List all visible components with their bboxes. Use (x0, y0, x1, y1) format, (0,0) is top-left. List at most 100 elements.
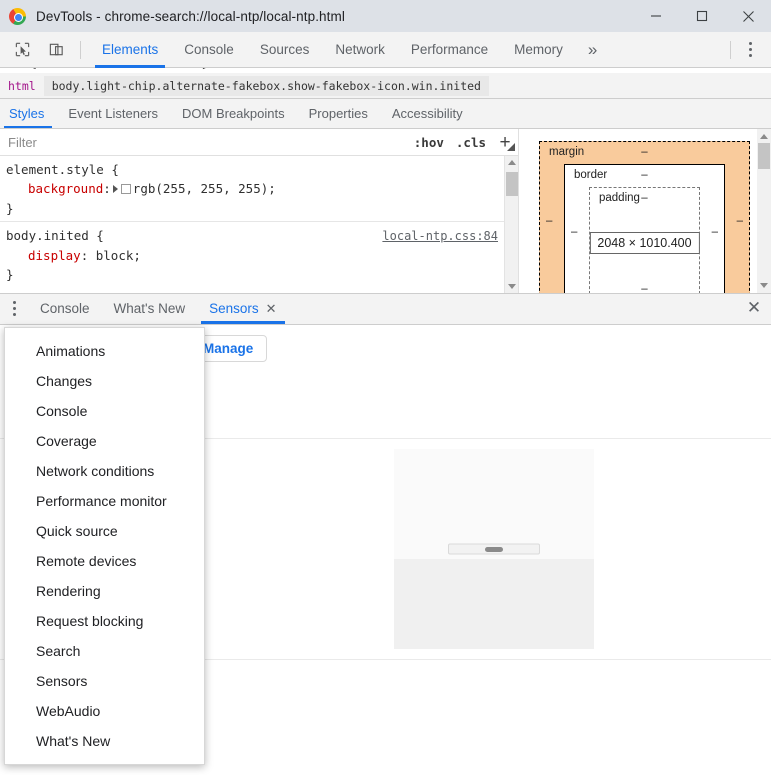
menu-item-coverage[interactable]: Coverage (5, 426, 204, 456)
menu-item-request-blocking[interactable]: Request blocking (5, 606, 204, 636)
panel-tab-elements[interactable]: Elements (89, 32, 171, 68)
inspect-cursor-icon[interactable] (8, 36, 36, 64)
toolbar-divider (730, 40, 731, 59)
css-value[interactable]: block; (96, 248, 141, 263)
tab-properties[interactable]: Properties (297, 98, 380, 128)
panel-tab-performance[interactable]: Performance (398, 32, 501, 68)
border-right-value[interactable]: – (712, 226, 718, 238)
css-selector[interactable]: element.style { (6, 160, 119, 179)
scrollbar-thumb[interactable] (506, 172, 518, 196)
border-top-value[interactable]: – (565, 169, 724, 181)
css-declaration[interactable]: display: block; (6, 246, 498, 265)
css-selector[interactable]: body.inited { (6, 226, 104, 245)
menu-item-search[interactable]: Search (5, 636, 204, 666)
tab-label: Styles (9, 105, 45, 121)
breadcrumb: html body.light-chip.alternate-fakebox.s… (0, 73, 771, 99)
tab-styles[interactable]: Styles (0, 98, 56, 128)
drawer-panel-menu: Animations Changes Console Coverage Netw… (4, 327, 205, 765)
box-model-scrollbar[interactable] (757, 129, 771, 293)
scroll-up-arrow-icon[interactable] (760, 134, 768, 139)
panel-tab-label: Elements (102, 42, 159, 57)
menu-item-console[interactable]: Console (5, 396, 204, 426)
toolbar-divider (80, 40, 81, 59)
box-model-column: margin – – – border – – – padding – – – … (518, 129, 771, 301)
breadcrumb-item-html[interactable]: html (0, 76, 44, 96)
drawer-tab-whats-new[interactable]: What's New (102, 292, 198, 324)
box-model-border[interactable]: border – – – padding – – – – 2048 × 1010… (564, 164, 725, 300)
panel-tab-label: Performance (410, 42, 489, 57)
close-button[interactable] (725, 0, 771, 32)
css-rules-area: element.style { background: rgb(255, 255,… (0, 156, 504, 293)
menu-item-performance-monitor[interactable]: Performance monitor (5, 486, 204, 516)
tab-dom-breakpoints[interactable]: DOM Breakpoints (170, 98, 297, 128)
css-rule-origin-link[interactable]: local-ntp.css:84 (382, 227, 498, 246)
css-rule[interactable]: body.inited { local-ntp.css:84 display: … (0, 221, 504, 287)
tab-accessibility[interactable]: Accessibility (380, 98, 475, 128)
css-declaration[interactable]: background: rgb(255, 255, 255); (6, 179, 498, 198)
panel-tab-sources[interactable]: Sources (247, 32, 323, 68)
panel-tab-console[interactable]: Console (171, 32, 247, 68)
menu-item-remote-devices[interactable]: Remote devices (5, 546, 204, 576)
device-phone-icon[interactable] (448, 543, 540, 555)
cls-toggle-button[interactable]: .cls (450, 135, 492, 150)
minimize-button[interactable] (633, 0, 679, 32)
scrollbar-thumb[interactable] (758, 143, 770, 169)
drawer-tab-bar: Console What's New Sensors ✕ ✕ (0, 293, 771, 325)
scroll-down-arrow-icon[interactable] (508, 284, 516, 289)
expand-triangle-icon[interactable] (112, 185, 118, 194)
box-model-padding[interactable]: padding – – – – 2048 × 1010.400 (589, 187, 700, 299)
menu-item-changes[interactable]: Changes (5, 366, 204, 396)
panel-tab-list: Elements Console Sources Network Perform… (89, 32, 609, 68)
drawer-tab-sensors[interactable]: Sensors ✕ (197, 292, 288, 324)
styles-filter-input[interactable] (0, 128, 408, 156)
menu-item-webaudio[interactable]: WebAudio (5, 696, 204, 726)
panel-tab-network[interactable]: Network (322, 32, 398, 68)
window-controls (633, 0, 771, 32)
scroll-down-arrow-icon[interactable] (760, 283, 768, 288)
scroll-up-arrow-icon[interactable] (508, 160, 516, 165)
css-property[interactable]: background (28, 181, 103, 196)
color-swatch-icon[interactable] (120, 184, 131, 195)
drawer-kebab-menu-icon[interactable] (0, 292, 28, 324)
drawer-tab-label: What's New (113, 300, 186, 316)
css-value[interactable]: rgb(255, 255, 255); (133, 181, 276, 196)
css-property[interactable]: display (28, 248, 81, 263)
styles-pane-body: :hov .cls + element.style { background:r… (0, 128, 771, 301)
maximize-button[interactable] (679, 0, 725, 32)
padding-top-value[interactable]: – (590, 192, 699, 204)
breadcrumb-item-body[interactable]: body.light-chip.alternate-fakebox.show-f… (43, 75, 489, 96)
close-icon[interactable]: ✕ (266, 302, 277, 315)
styles-scrollbar[interactable] (504, 156, 518, 293)
new-style-rule-button[interactable]: + (492, 129, 518, 156)
menu-item-sensors[interactable]: Sensors (5, 666, 204, 696)
margin-right-value[interactable]: – (737, 215, 743, 227)
menu-item-whats-new[interactable]: What's New (5, 726, 204, 756)
tab-label: DOM Breakpoints (182, 105, 285, 121)
menu-item-rendering[interactable]: Rendering (5, 576, 204, 606)
menu-item-network-conditions[interactable]: Network conditions (5, 456, 204, 486)
styles-filter-row: :hov .cls + (0, 128, 518, 156)
preview-floor (394, 559, 594, 649)
margin-left-value[interactable]: – (546, 215, 552, 227)
panel-tab-label: Console (184, 42, 234, 57)
margin-top-value[interactable]: – (540, 146, 749, 158)
drawer-close-button[interactable]: ✕ (737, 292, 771, 324)
device-toolbar-icon[interactable] (42, 36, 70, 64)
box-model-margin[interactable]: margin – – – border – – – padding – – – … (539, 141, 750, 301)
css-rule[interactable]: element.style { background: rgb(255, 255,… (0, 159, 504, 221)
drawer-tab-label: Console (40, 300, 90, 316)
hov-toggle-button[interactable]: :hov (408, 135, 450, 150)
menu-item-quick-source[interactable]: Quick source (5, 516, 204, 546)
kebab-menu-icon[interactable] (735, 35, 765, 65)
border-left-value[interactable]: – (571, 226, 577, 238)
menu-item-animations[interactable]: Animations (5, 336, 204, 366)
devtools-main-toolbar: Elements Console Sources Network Perform… (0, 32, 771, 68)
more-tabs-chevron-icon[interactable]: » (576, 32, 609, 68)
orientation-device-preview[interactable] (394, 449, 594, 649)
toolbar-right-group (730, 35, 771, 65)
window-title: DevTools - chrome-search://local-ntp/loc… (36, 8, 345, 24)
box-model-content-size[interactable]: 2048 × 1010.400 (589, 232, 700, 254)
panel-tab-memory[interactable]: Memory (501, 32, 576, 68)
drawer-tab-console[interactable]: Console (28, 292, 102, 324)
tab-event-listeners[interactable]: Event Listeners (56, 98, 170, 128)
